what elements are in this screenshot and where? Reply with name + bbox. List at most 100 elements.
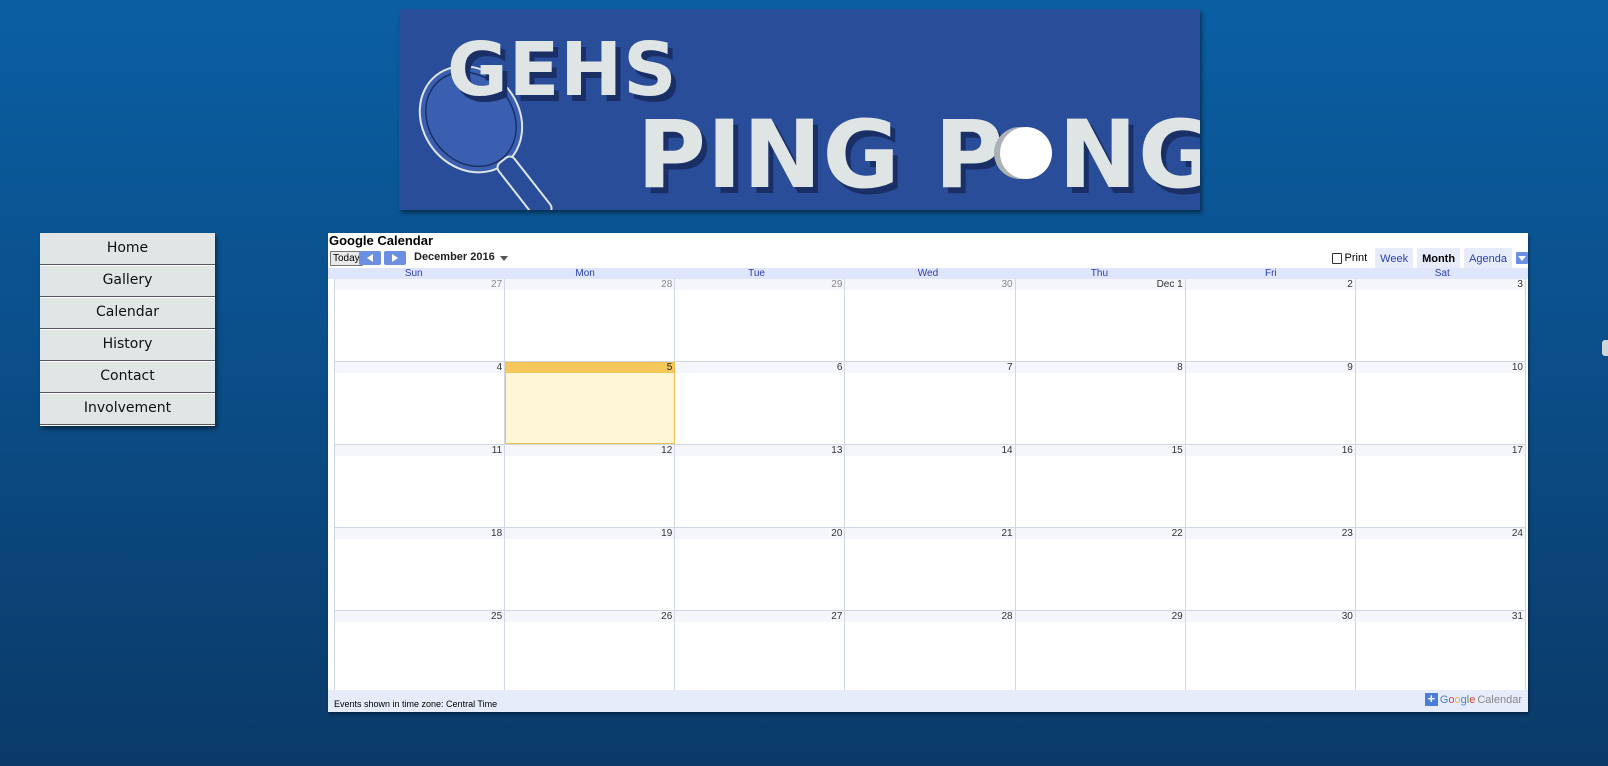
nav-item-history[interactable]: History: [40, 329, 215, 362]
google-calendar-logo[interactable]: + Google Calendar: [1424, 692, 1522, 706]
day-cell[interactable]: 2: [1185, 279, 1356, 361]
nav-item-contact[interactable]: Contact: [40, 361, 215, 394]
printer-icon: [1331, 252, 1342, 264]
day-number[interactable]: 23: [1185, 528, 1355, 539]
day-number[interactable]: 13: [675, 445, 845, 456]
day-number[interactable]: 7: [845, 362, 1015, 373]
tab-month[interactable]: Month: [1417, 248, 1461, 268]
day-cell[interactable]: 16: [1185, 445, 1356, 527]
day-cell[interactable]: 27: [335, 279, 506, 361]
day-cell[interactable]: 20: [675, 528, 846, 610]
day-cell-today[interactable]: 5: [505, 362, 676, 444]
view-dropdown-button[interactable]: [1516, 252, 1528, 264]
day-number[interactable]: 6: [675, 362, 845, 373]
day-number[interactable]: 29: [675, 279, 845, 290]
day-cell[interactable]: 27: [675, 611, 846, 692]
nav-item-home[interactable]: Home: [40, 233, 215, 266]
nav-item-calendar[interactable]: Calendar: [40, 297, 215, 330]
day-number[interactable]: 4: [335, 362, 505, 373]
day-cell[interactable]: Dec 1: [1015, 279, 1186, 361]
logo-letter: G: [1439, 693, 1449, 706]
logo-letter: e: [1469, 693, 1476, 706]
day-number[interactable]: 2: [1185, 279, 1355, 290]
day-number[interactable]: 8: [1015, 362, 1185, 373]
day-cell[interactable]: 10: [1355, 362, 1526, 444]
chevron-down-icon[interactable]: [500, 256, 508, 261]
day-number[interactable]: 20: [675, 528, 845, 539]
calendar-footer: Events shown in time zone: Central Time …: [328, 690, 1528, 712]
day-cell[interactable]: 19: [505, 528, 676, 610]
weekday-label: Sat: [1434, 268, 1450, 279]
day-cell[interactable]: 22: [1015, 528, 1186, 610]
day-cell[interactable]: 24: [1355, 528, 1526, 610]
tab-week[interactable]: Week: [1375, 248, 1414, 268]
weekday-label: Sun: [404, 268, 423, 279]
day-number[interactable]: 16: [1185, 445, 1355, 456]
plus-icon: +: [1424, 692, 1438, 706]
day-cell[interactable]: 28: [845, 611, 1016, 692]
day-cell[interactable]: 11: [335, 445, 506, 527]
day-number[interactable]: 22: [1015, 528, 1185, 539]
day-number[interactable]: 11: [335, 445, 505, 456]
nav-item-involvement[interactable]: Involvement: [40, 393, 215, 426]
day-number[interactable]: 17: [1355, 445, 1525, 456]
day-number[interactable]: 29: [1015, 611, 1185, 622]
today-button[interactable]: Today: [330, 251, 363, 266]
day-number[interactable]: 31: [1355, 611, 1525, 622]
day-cell[interactable]: 15: [1015, 445, 1186, 527]
day-cell[interactable]: 12: [505, 445, 676, 527]
day-cell[interactable]: 9: [1185, 362, 1356, 444]
view-controls: Print Week Month Agenda: [1331, 248, 1528, 268]
day-cell[interactable]: 6: [675, 362, 846, 444]
day-cell[interactable]: 3: [1355, 279, 1526, 361]
day-number[interactable]: 24: [1355, 528, 1525, 539]
day-cell[interactable]: 14: [845, 445, 1016, 527]
day-cell[interactable]: 17: [1355, 445, 1526, 527]
day-cell[interactable]: 28: [505, 279, 676, 361]
day-cell[interactable]: 26: [505, 611, 676, 692]
tab-agenda[interactable]: Agenda: [1464, 248, 1512, 268]
day-number[interactable]: 27: [675, 611, 845, 622]
print-button[interactable]: Print: [1331, 252, 1367, 264]
day-cell[interactable]: 21: [845, 528, 1016, 610]
previous-month-button[interactable]: [359, 251, 381, 265]
day-cell[interactable]: 13: [675, 445, 846, 527]
day-number[interactable]: Dec 1: [1015, 279, 1185, 290]
day-number[interactable]: 18: [335, 528, 505, 539]
day-number[interactable]: 21: [845, 528, 1015, 539]
day-number[interactable]: 25: [335, 611, 505, 622]
day-cell[interactable]: 31: [1355, 611, 1526, 692]
day-cell[interactable]: 23: [1185, 528, 1356, 610]
day-number[interactable]: 15: [1015, 445, 1185, 456]
day-cell[interactable]: 29: [675, 279, 846, 361]
nav-item-gallery[interactable]: Gallery: [40, 265, 215, 298]
day-cell[interactable]: 7: [845, 362, 1016, 444]
chevron-right-icon: [392, 254, 398, 262]
day-cell[interactable]: 8: [1015, 362, 1186, 444]
day-number[interactable]: 30: [1185, 611, 1355, 622]
day-cell[interactable]: 30: [1185, 611, 1356, 692]
day-cell[interactable]: 29: [1015, 611, 1186, 692]
day-number[interactable]: 27: [335, 279, 505, 290]
day-cell[interactable]: 30: [845, 279, 1016, 361]
day-number[interactable]: 10: [1355, 362, 1525, 373]
day-number[interactable]: 28: [845, 611, 1015, 622]
weekday-label: Tue: [748, 268, 765, 279]
day-number[interactable]: 28: [505, 279, 675, 290]
day-number[interactable]: 5: [505, 362, 675, 373]
calendar-title: Google Calendar: [329, 233, 434, 248]
banner-title-part: NG: [1058, 101, 1200, 210]
day-number[interactable]: 19: [505, 528, 675, 539]
day-cell[interactable]: 18: [335, 528, 506, 610]
current-month-label[interactable]: December 2016: [414, 251, 495, 263]
day-number[interactable]: 14: [845, 445, 1015, 456]
next-month-button[interactable]: [384, 251, 406, 265]
day-cell[interactable]: 25: [335, 611, 506, 692]
day-number[interactable]: 30: [845, 279, 1015, 290]
day-number[interactable]: 12: [505, 445, 675, 456]
scrollbar-handle[interactable]: [1602, 340, 1608, 356]
day-cell[interactable]: 4: [335, 362, 506, 444]
day-number[interactable]: 26: [505, 611, 675, 622]
day-number[interactable]: 9: [1185, 362, 1355, 373]
day-number[interactable]: 3: [1355, 279, 1525, 290]
